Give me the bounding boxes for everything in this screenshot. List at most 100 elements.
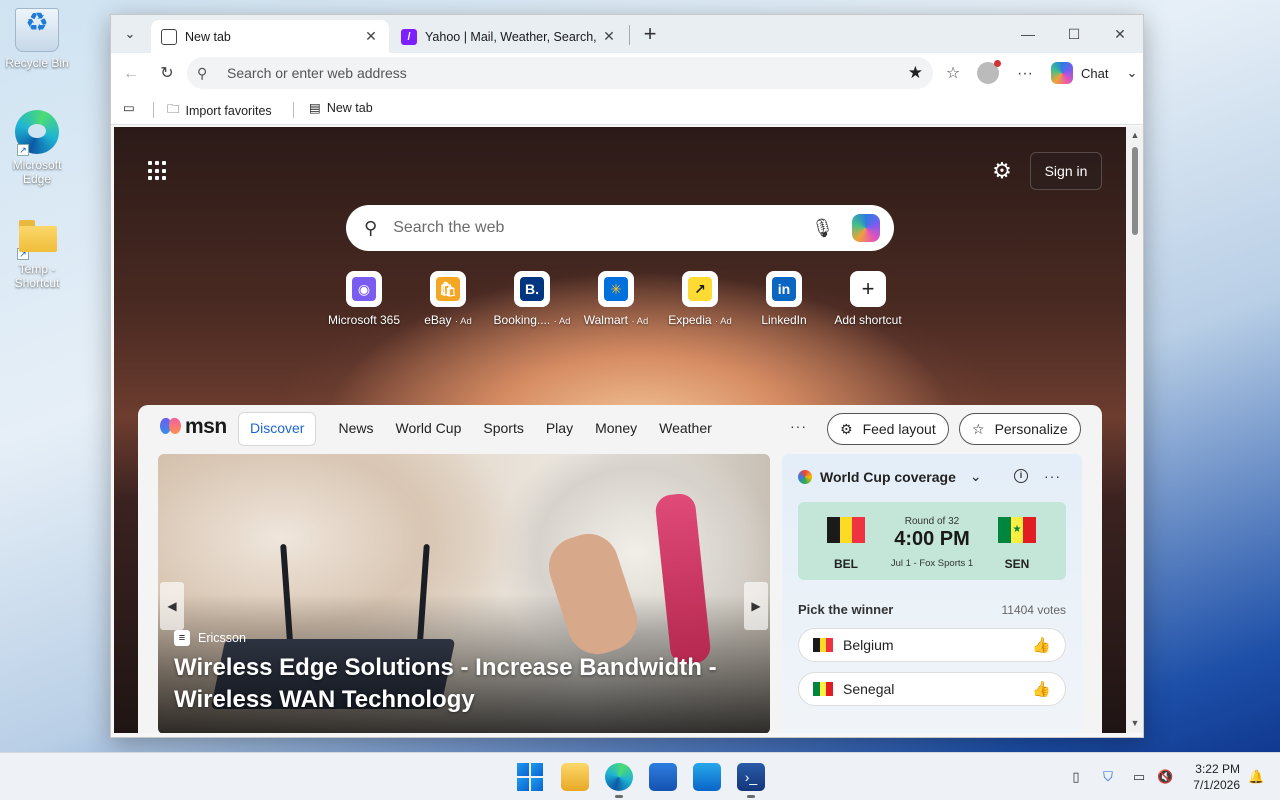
hero-article-card[interactable]: ◀ ▶ ≡ Ericsson Wireless Edge Solutions -… (158, 454, 770, 733)
close-window-button[interactable]: ✕ (1103, 21, 1137, 47)
hero-image-detail (280, 543, 294, 655)
recycle-bin-icon (15, 8, 59, 52)
desktop-icon-temp-shortcut[interactable]: ↗ Temp - Shortcut (0, 214, 74, 290)
shortcut-label: Walmart (583, 313, 628, 327)
favorites-button[interactable]: ☆ (941, 62, 965, 86)
vote-option-belgium[interactable]: Belgium 👍 (798, 628, 1066, 662)
shortcut-booking[interactable]: B. Booking.... · Ad (490, 271, 574, 327)
scroll-thumb[interactable] (1132, 147, 1138, 235)
search-icon: ⚲ (197, 64, 208, 81)
desktop-icon-microsoft-edge[interactable]: ↗ Microsoft Edge (0, 110, 74, 186)
nav-discover[interactable]: Discover (238, 412, 317, 446)
nav-more-button[interactable]: ··· (790, 418, 807, 434)
feed-nav: Discover News World Cup Sports Play Mone… (238, 412, 723, 446)
web-search-box[interactable]: ⚲ Search the web 🎙 (346, 205, 894, 251)
ericsson-logo-icon: ≡ (174, 630, 190, 646)
tab-separator (629, 25, 630, 45)
file-explorer-icon[interactable] (561, 763, 589, 791)
plus-icon: + (856, 277, 880, 301)
expedia-icon: ↗ (688, 277, 712, 301)
nav-sports[interactable]: Sports (472, 412, 534, 446)
tab-actions-menu-button[interactable]: ⌄ (117, 23, 143, 45)
shortcut-ebay[interactable]: 🛍 eBay · Ad (406, 271, 490, 327)
shortcut-walmart[interactable]: ✳ Walmart · Ad (574, 271, 658, 327)
match-card[interactable]: BEL Round of 32 4:00 PM Jul 1 - Fox Spor… (798, 502, 1066, 580)
nav-play[interactable]: Play (535, 412, 584, 446)
volume-muted-icon[interactable]: 🔇 (1157, 769, 1173, 785)
import-favorites-link[interactable]: 🗀 Import favorites (167, 100, 272, 121)
article-source-name: Ericsson (198, 631, 246, 645)
microsoft-store-icon[interactable] (649, 763, 677, 791)
chevron-down-icon: ⌄ (1126, 65, 1138, 80)
page-icon: ▤ (309, 101, 321, 115)
ebay-icon: 🛍 (436, 277, 460, 301)
add-shortcut-button[interactable]: + Add shortcut (826, 271, 910, 327)
shortcut-microsoft-365[interactable]: ◉ Microsoft 365 (322, 271, 406, 327)
page-scrollbar[interactable]: ▲ ▼ (1126, 127, 1143, 733)
hero-image-detail (654, 492, 712, 666)
notification-bell-icon[interactable]: 🔔 (1248, 769, 1264, 785)
tab-title: New tab (185, 29, 231, 44)
close-tab-icon[interactable]: ✕ (601, 28, 617, 45)
nav-news[interactable]: News (327, 412, 384, 446)
nav-world-cup[interactable]: World Cup (384, 412, 472, 446)
gear-icon[interactable]: ⚙ (988, 157, 1016, 185)
favorite-new-tab-link[interactable]: ▤ New tab (309, 100, 373, 116)
personalize-label: Personalize (994, 421, 1068, 437)
microphone-icon[interactable]: 🎙 (811, 218, 834, 239)
minimize-button[interactable]: — (1011, 21, 1045, 47)
carousel-previous-button[interactable]: ◀ (160, 582, 184, 630)
vote-option-label: Senegal (843, 681, 895, 697)
web-search-input[interactable]: Search the web (393, 219, 811, 237)
favorites-bar-toggle[interactable]: ▭ (123, 100, 135, 115)
shortcut-expedia[interactable]: ↗ Expedia · Ad (658, 271, 742, 327)
vote-option-senegal[interactable]: Senegal 👍 (798, 672, 1066, 706)
carousel-next-button[interactable]: ▶ (744, 582, 768, 630)
desktop-icon-recycle-bin[interactable]: Recycle Bin (0, 8, 74, 70)
favorite-label: New tab (326, 100, 373, 115)
tab-yahoo[interactable]: / Yahoo | Mail, Weather, Search, Poli ✕ (391, 20, 627, 53)
vote-option-label: Belgium (843, 637, 894, 653)
shortcut-linkedin[interactable]: in LinkedIn (742, 271, 826, 327)
sign-in-button[interactable]: Sign in (1030, 152, 1102, 190)
article-title[interactable]: Wireless Edge Solutions - Increase Bandw… (174, 652, 734, 716)
scroll-up-icon[interactable]: ▲ (1129, 129, 1141, 141)
address-bar[interactable]: ⚲ Search or enter web address ★ (187, 57, 933, 89)
scroll-down-icon[interactable]: ▼ (1129, 717, 1141, 729)
clock-time: 3:22 PM (1195, 762, 1240, 776)
msn-logo[interactable]: msn (160, 415, 227, 439)
new-tab-button[interactable]: + (637, 22, 663, 48)
maximize-button[interactable]: ☐ (1057, 21, 1091, 47)
copilot-icon[interactable] (852, 214, 880, 242)
personalize-button[interactable]: ☆ Personalize (959, 413, 1081, 445)
world-cup-header[interactable]: World Cup coverage ⌄ (798, 468, 982, 485)
senegal-flag-icon: ★ (998, 517, 1037, 543)
system-clock[interactable]: 3:22 PM 7/1/2026 (1186, 761, 1240, 793)
outlook-icon[interactable] (693, 763, 721, 791)
nav-weather[interactable]: Weather (648, 412, 723, 446)
sparkle-icon: ☆ (972, 420, 985, 437)
feed-layout-button[interactable]: ⚙ Feed layout (827, 413, 949, 445)
close-tab-icon[interactable]: ✕ (363, 28, 379, 45)
copilot-chat-button[interactable]: Chat ⌄ (1049, 59, 1139, 87)
favorite-star-icon[interactable]: ★ (908, 63, 923, 83)
card-more-button[interactable]: ··· (1044, 468, 1061, 484)
battery-icon[interactable]: ▯ (1068, 769, 1084, 785)
edge-taskbar-icon[interactable] (605, 763, 633, 798)
import-favorites-label: Import favorites (185, 103, 272, 118)
nav-money[interactable]: Money (584, 412, 648, 446)
new-tab-page: ⚙ Sign in ⚲ Search the web 🎙 ◉ Microsoft… (114, 127, 1126, 733)
network-icon[interactable]: ▭ (1131, 769, 1147, 785)
app-launcher-icon[interactable] (148, 161, 168, 181)
back-button[interactable]: ← (119, 62, 143, 86)
profile-avatar[interactable] (977, 60, 1001, 84)
import-icon: 🗀 (167, 102, 180, 116)
refresh-button[interactable]: ↻ (155, 62, 179, 86)
info-icon[interactable]: i (1014, 469, 1028, 483)
tab-new-tab[interactable]: New tab ✕ (151, 20, 389, 53)
start-button[interactable] (517, 763, 545, 791)
powershell-icon[interactable]: ›_ (737, 763, 765, 798)
address-input[interactable]: Search or enter web address (227, 65, 908, 81)
settings-more-button[interactable]: ··· (1013, 62, 1037, 86)
security-shield-icon[interactable]: ⛉ (1100, 769, 1116, 785)
